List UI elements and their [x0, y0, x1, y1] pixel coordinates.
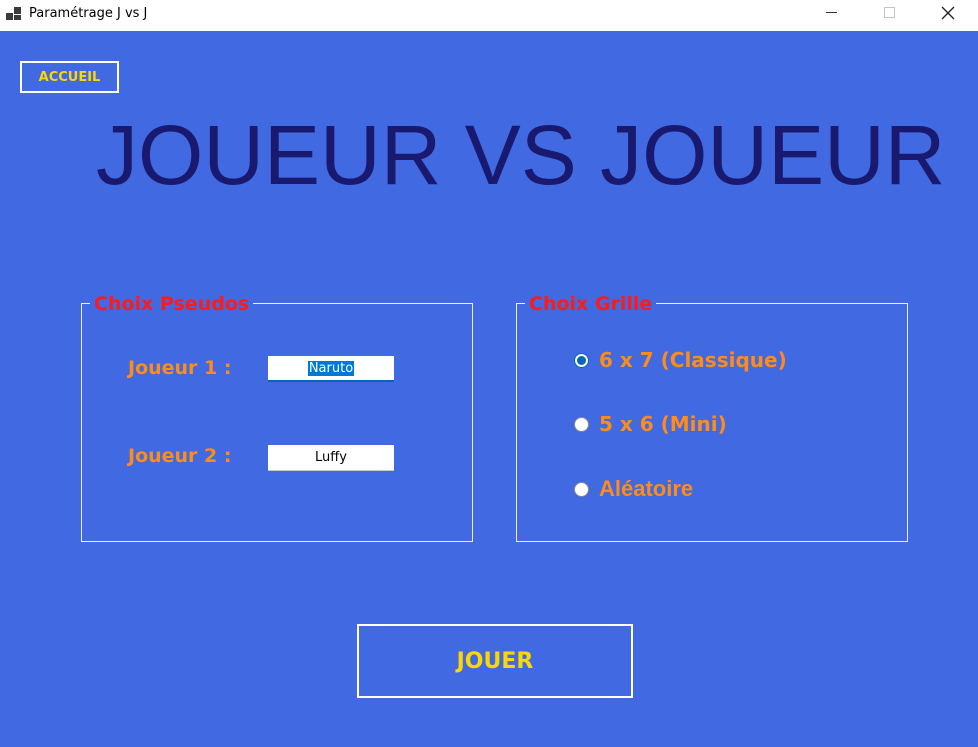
title-bar: Paramétrage J vs J: [0, 0, 978, 31]
maximize-button[interactable]: [866, 0, 912, 31]
grille-option-mini[interactable]: 5 x 6 (Mini): [574, 412, 727, 436]
grille-option-classique[interactable]: 6 x 7 (Classique): [574, 348, 787, 372]
page-title: JOUEUR VS JOUEUR: [96, 108, 946, 202]
pseudos-groupbox: Choix Pseudos Joueur 1 : Naruto Joueur 2…: [81, 291, 473, 542]
grille-legend: Choix Grille: [525, 291, 657, 317]
player2-input[interactable]: Luffy: [268, 445, 394, 471]
player1-label: Joueur 1 :: [128, 357, 232, 379]
player2-value: Luffy: [315, 450, 347, 465]
close-button[interactable]: [925, 0, 971, 31]
close-icon: [941, 6, 955, 19]
window-content: ACCUEIL JOUEUR VS JOUEUR Choix Pseudos J…: [0, 31, 978, 747]
accueil-button[interactable]: ACCUEIL: [20, 61, 119, 93]
pseudos-legend: Choix Pseudos: [90, 291, 254, 317]
radio-button[interactable]: [574, 416, 589, 432]
radio-button-checked[interactable]: [574, 352, 589, 368]
maximize-icon: [883, 7, 895, 18]
player2-label: Joueur 2 :: [128, 445, 232, 467]
app-icon: [6, 7, 22, 21]
player1-value: Naruto: [307, 360, 355, 376]
jouer-button[interactable]: JOUER: [357, 624, 633, 698]
player1-input[interactable]: Naruto: [268, 356, 394, 382]
grille-option-label: 6 x 7 (Classique): [599, 348, 787, 372]
grille-option-label: 5 x 6 (Mini): [599, 412, 727, 436]
minimize-button[interactable]: [808, 0, 854, 31]
grille-groupbox: Choix Grille 6 x 7 (Classique) 5 x 6 (Mi…: [516, 291, 908, 542]
radio-button[interactable]: [574, 481, 589, 497]
window-title: Paramétrage J vs J: [29, 6, 148, 21]
grille-option-aleatoire[interactable]: Aléatoire: [574, 476, 693, 502]
grille-option-label: Aléatoire: [599, 476, 694, 501]
minimize-icon: [825, 12, 837, 13]
